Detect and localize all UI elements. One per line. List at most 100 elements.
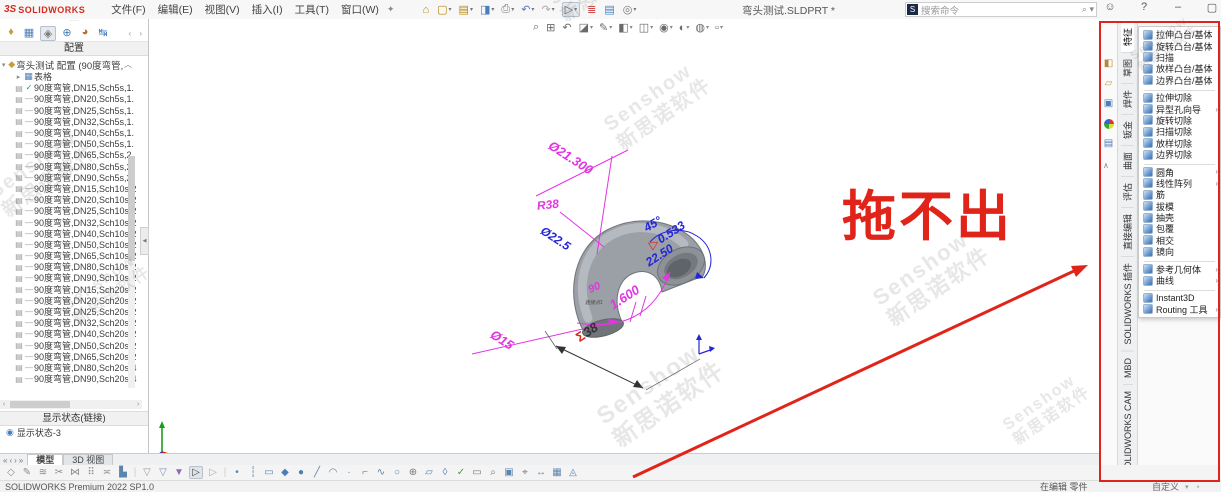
feature-menu-item[interactable]: 抽壳 — [1139, 212, 1220, 223]
config-tree-item[interactable]: — 90度弯管,DN40,Sch5s,1. — [0, 127, 148, 138]
previous-view-icon[interactable]: ↶ — [562, 21, 572, 34]
feature-menu-item[interactable]: 拔模 — [1139, 200, 1220, 211]
feature-menu-item[interactable]: Routing 工具 › — [1139, 304, 1220, 315]
dynamic-annotation-icon[interactable]: ✎ ▾ — [599, 21, 612, 34]
rebuild-traffic-light-icon[interactable]: ≣ — [587, 3, 597, 16]
options-icon[interactable]: ◎ ▾ — [623, 3, 637, 16]
config-tree-item[interactable]: — 90度弯管,DN50,Sch10s,2 — [0, 239, 148, 250]
dimension-label[interactable]: Ø22.5 — [537, 223, 573, 253]
select-cursor-icon[interactable]: ▷ — [189, 466, 203, 479]
cam-tab-icon[interactable]: ↹ — [96, 26, 110, 41]
first-tab-icon[interactable]: « — [3, 456, 7, 465]
pattern-entities-icon[interactable]: ⠿ — [85, 467, 97, 478]
plane-icon[interactable]: ▱ — [423, 467, 435, 478]
open-icon[interactable]: ▤ ▾ — [459, 3, 473, 16]
next-tab-icon[interactable]: › — [14, 456, 17, 465]
config-tree-item[interactable]: — 90度弯管,DN65,Sch10s,2 — [0, 250, 148, 261]
config-tree-item[interactable]: ✓ 90度弯管,DN15,Sch5s,1. — [0, 82, 148, 93]
feature-menu-item[interactable]: 圆角 › — [1139, 166, 1220, 177]
redo-icon[interactable]: ↷ ▾ — [541, 3, 554, 16]
commandmanager-tab[interactable]: MBD — [1123, 352, 1133, 385]
config-tree-item[interactable]: — 90度弯管,DN50,Sch5s,1. — [0, 138, 148, 149]
snap-icon[interactable]: ⌖ — [519, 467, 531, 478]
mirror-entities-icon[interactable]: ⋈ — [69, 467, 81, 478]
corner-rectangle-icon[interactable]: ▭ — [263, 467, 275, 478]
feature-menu-item[interactable]: 边界切除 — [1139, 149, 1220, 160]
commandmanager-tab[interactable]: 直接编辑 — [1121, 208, 1134, 257]
feature-menu-item[interactable]: 相交 — [1139, 235, 1220, 246]
config-tree-item[interactable]: — 90度弯管,DN40,Sch20s,2 — [0, 328, 148, 339]
dimension-label[interactable]: 1.600 — [606, 282, 642, 313]
line-icon[interactable]: ╱ — [311, 467, 323, 478]
feature-menu-item[interactable]: 扫描切除 — [1139, 126, 1220, 137]
config-tree-item[interactable]: — 90度弯管,DN32,Sch5s,1. — [0, 116, 148, 127]
exploded-view-icon[interactable]: ◬ — [567, 467, 579, 478]
feature-menu-item[interactable]: 参考几何体 › — [1139, 263, 1220, 274]
section-view-icon[interactable]: ◪ ▾ — [579, 21, 593, 34]
filter-edges-icon[interactable]: ▽ — [157, 467, 169, 478]
dimension-label[interactable]: Σ38 — [573, 320, 601, 345]
zoom-area-icon[interactable]: ⊞ — [546, 21, 556, 34]
view-orientation-icon[interactable]: ◧ ▾ — [618, 21, 632, 34]
feature-menu-item[interactable]: 旋转凸台/基体 — [1139, 40, 1220, 51]
search-icon[interactable]: ⌕ ▾ — [1082, 4, 1096, 15]
menu-item[interactable]: 视图(V) — [205, 2, 240, 17]
feature-menu-item[interactable]: 旋转切除 — [1139, 115, 1220, 126]
table-icon[interactable]: ▦ — [551, 467, 563, 478]
trim-entities-icon[interactable]: ✂ — [53, 467, 65, 478]
feature-menu-item[interactable]: 线性阵列 › — [1139, 178, 1220, 189]
feature-menu-item[interactable]: Instant3D — [1139, 292, 1220, 303]
format-painter-icon[interactable]: ◇ — [5, 467, 17, 478]
filter-vertices-icon[interactable]: ▽ — [141, 467, 153, 478]
commandmanager-tab[interactable]: SOLIDWORKS 插件 — [1121, 257, 1134, 352]
customize-caret-icon[interactable]: ▾ — [1185, 483, 1189, 491]
propertymanager-tab-icon[interactable]: ▦ — [22, 26, 36, 41]
menu-item[interactable]: 编辑(E) — [158, 2, 193, 17]
login-user-icon[interactable]: ☺ — [1104, 1, 1116, 14]
featuremanager-tab-icon[interactable]: ♦ — [4, 26, 18, 41]
dimension-icon[interactable]: ↔ — [535, 467, 547, 478]
commandmanager-tab[interactable]: 钣金 — [1121, 115, 1134, 146]
feature-menu-item[interactable]: 放样凸台/基体 — [1139, 63, 1220, 74]
expand-arrow-icon[interactable]: ▸ — [14, 73, 23, 81]
feature-menu-item[interactable]: 包覆 — [1139, 223, 1220, 234]
zoom-tool-icon[interactable]: ⌕ — [487, 467, 499, 478]
config-tree-item[interactable]: — 90度弯管,DN90,Sch5s,2 — [0, 172, 148, 183]
panel-collapse-button[interactable]: ◀ — [140, 227, 149, 255]
offset-entities-icon[interactable]: ≋ — [37, 467, 49, 478]
config-tree-item[interactable]: — 90度弯管,DN80,Sch10s,2 — [0, 261, 148, 272]
design-library-icon[interactable]: ◧ — [1102, 57, 1115, 70]
config-tree-item[interactable]: — 90度弯管,DN32,Sch20s,2 — [0, 317, 148, 328]
view-settings-icon[interactable]: ▫ ▾ — [715, 22, 723, 34]
point-icon[interactable]: ∙ — [343, 467, 355, 478]
edit-appearance-icon[interactable]: ◐ ▾ — [679, 22, 690, 34]
feature-menu-item[interactable] — [1144, 161, 1215, 165]
solid-box-icon[interactable]: ◆ — [279, 467, 291, 478]
feature-menu-item[interactable] — [1144, 258, 1215, 262]
customize-button[interactable]: 自定义 — [1152, 480, 1179, 492]
expand-arrow-icon[interactable]: ▾ — [0, 61, 7, 69]
config-tree-item[interactable]: — 90度弯管,DN15,Sch10s,2 — [0, 183, 148, 194]
feature-menu-item[interactable] — [1144, 87, 1215, 91]
measure-icon[interactable]: ≍ — [101, 467, 113, 478]
tables-tree-item[interactable]: ▸ ▦ 表格 — [0, 71, 148, 82]
config-tree-item[interactable]: — 90度弯管,DN25,Sch20s,2 — [0, 306, 148, 317]
commandmanager-tab[interactable]: 特征 — [1121, 22, 1134, 53]
spline-icon[interactable]: ∿ — [375, 467, 387, 478]
commandmanager-tab[interactable]: 焊件 — [1121, 84, 1134, 115]
feature-menu-item[interactable]: 筋 — [1139, 189, 1220, 200]
dimension-label[interactable]: R38 — [535, 197, 559, 213]
feature-menu-item[interactable]: 曲线 › — [1139, 275, 1220, 286]
dimension-label[interactable]: 90 — [585, 280, 602, 296]
solid-sphere-icon[interactable]: ● — [295, 467, 307, 478]
note-icon[interactable]: ▭ — [471, 467, 483, 478]
config-tree-item[interactable]: — 90度弯管,DN90,Sch10s,2 — [0, 272, 148, 283]
custom-properties-icon[interactable]: ▤ — [1102, 137, 1115, 150]
config-tree-item[interactable]: — 90度弯管,DN25,Sch10s,2 — [0, 205, 148, 216]
hide-show-items-icon[interactable]: ◉ ▾ — [659, 21, 673, 34]
config-tree-item[interactable]: — 90度弯管,DN15,Sch20s,2 — [0, 284, 148, 295]
manager-tab-scroll-icons[interactable]: ‹ › — [128, 29, 148, 38]
select-icon[interactable]: ▷ ▾ — [562, 2, 580, 17]
config-tree-item[interactable]: — 90度弯管,DN90,Sch20s,4 — [0, 373, 148, 384]
new-document-icon[interactable]: ▢ ▾ — [437, 3, 451, 16]
